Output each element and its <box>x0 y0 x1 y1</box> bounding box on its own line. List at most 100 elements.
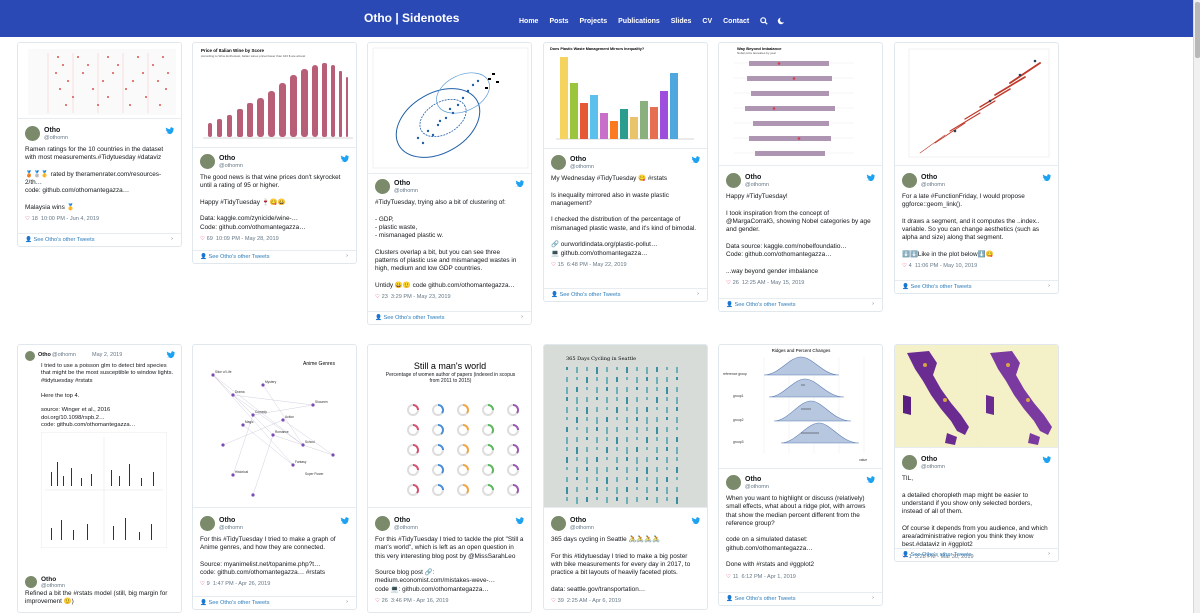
tweet-image[interactable] <box>368 43 531 174</box>
avatar[interactable] <box>375 179 390 194</box>
avatar[interactable] <box>375 516 390 531</box>
tweet-timestamp[interactable]: 6:48 PM - May 22, 2019 <box>567 262 627 268</box>
tweet-card-mans-world[interactable]: Still a man's world Percentage of women … <box>367 344 532 613</box>
author-handle[interactable]: @othomn <box>394 188 418 194</box>
tweet-card-wine[interactable]: Price of Italian Wine by Score According… <box>192 42 357 264</box>
heart-icon[interactable]: ♡ <box>726 280 731 286</box>
twitter-bird-icon[interactable] <box>515 517 524 524</box>
heart-icon[interactable]: ♡ <box>375 598 380 604</box>
nav-cv[interactable]: CV <box>702 18 712 25</box>
tweet-image[interactable]: Way Beyond Imbalance Nobel prize laureat… <box>719 43 882 166</box>
tweet-timestamp[interactable]: 10:00 PM - Jun 4, 2019 <box>41 216 99 222</box>
author-name[interactable]: Otho <box>44 127 60 134</box>
author-name[interactable]: Otho <box>41 576 56 583</box>
twitter-bird-icon[interactable] <box>340 155 349 162</box>
author-handle[interactable]: @othomn <box>394 525 418 531</box>
avatar[interactable] <box>551 516 566 531</box>
author-name[interactable]: Otho <box>219 517 235 524</box>
tweet-image[interactable]: Anime Genres Slice of Life Drama Comedy … <box>193 345 356 508</box>
author-handle[interactable]: @othomn <box>921 464 945 470</box>
tweet-timestamp[interactable]: 1:47 PM - Apr 26, 2019 <box>213 581 271 587</box>
author-name[interactable]: Otho <box>394 517 410 524</box>
tweet-card-bird-glm[interactable]: Otho @othomn May 2, 2019 I tried to use … <box>17 344 182 613</box>
author-handle[interactable]: @othomn <box>745 484 769 490</box>
author-name[interactable]: Otho <box>745 174 761 181</box>
author-name[interactable]: Otho <box>219 155 235 162</box>
tweet-card-seattle[interactable]: 365 Days Cycling in Seattle Otho @othomn… <box>543 344 708 610</box>
avatar[interactable] <box>726 475 741 490</box>
avatar[interactable] <box>551 155 566 170</box>
twitter-bird-icon[interactable] <box>1042 174 1051 181</box>
tweet-card-ramen[interactable]: Otho @othomn Ramen ratings for the 10 co… <box>17 42 182 247</box>
twitter-bird-icon[interactable] <box>866 174 875 181</box>
tweet-image[interactable]: Still a man's world Percentage of women … <box>368 345 531 508</box>
avatar[interactable] <box>902 455 917 470</box>
author-handle[interactable]: @othomn <box>44 135 68 141</box>
avatar[interactable] <box>25 126 40 141</box>
tweet-card-ridges[interactable]: Ridges and Percent Changes reference gro… <box>718 344 883 606</box>
nav-home[interactable]: Home <box>519 18 538 25</box>
see-more-tweets-link[interactable]: 👤 See Otho's other Tweets › <box>719 298 882 311</box>
author-name[interactable]: Otho <box>570 156 586 163</box>
site-brand[interactable]: Otho | Sidenotes <box>364 11 459 25</box>
tweet-card-anime[interactable]: Anime Genres Slice of Life Drama Comedy … <box>192 344 357 610</box>
vertical-scrollbar[interactable] <box>1193 0 1200 613</box>
see-more-tweets-link[interactable]: 👤 See Otho's other Tweets › <box>18 233 181 246</box>
see-more-tweets-link[interactable]: 👤 See Otho's other Tweets › <box>193 596 356 609</box>
tweet-timestamp[interactable]: 11:06 PM - May 10, 2019 <box>915 263 977 269</box>
scrollbar-thumb[interactable] <box>1195 2 1200 58</box>
author-handle[interactable]: @othomn <box>219 163 243 169</box>
heart-icon[interactable]: ♡ <box>726 574 731 580</box>
twitter-bird-icon[interactable] <box>691 517 700 524</box>
avatar[interactable] <box>25 576 37 588</box>
nav-contact[interactable]: Contact <box>723 18 749 25</box>
tweet-timestamp[interactable]: 2:25 AM - Apr 6, 2019 <box>567 598 621 604</box>
see-more-tweets-link[interactable]: 👤 See Otho's other Tweets › <box>719 592 882 605</box>
see-more-tweets-link[interactable]: 👤 See Otho's other Tweets › <box>193 250 356 263</box>
heart-icon[interactable]: ♡ <box>551 262 556 268</box>
twitter-bird-icon[interactable] <box>1042 456 1051 463</box>
heart-icon[interactable]: ♡ <box>25 216 30 222</box>
author-handle[interactable]: @othomn <box>52 352 76 358</box>
tweet-timestamp[interactable]: 12:25 AM - May 15, 2019 <box>742 280 805 286</box>
tweet-image[interactable] <box>895 43 1058 166</box>
tweet-image[interactable]: 365 Days Cycling in Seattle <box>544 345 707 508</box>
author-name[interactable]: Otho <box>745 476 761 483</box>
see-more-tweets-link[interactable]: 👤 See Otho's other Tweets › <box>895 548 1058 561</box>
author-name[interactable]: Otho <box>921 456 937 463</box>
twitter-bird-icon[interactable] <box>691 156 700 163</box>
see-more-tweets-link[interactable]: 👤 See Otho's other Tweets › <box>368 311 531 324</box>
tweet-image[interactable]: Does Plastic Waste Management Mirrors In… <box>544 43 707 149</box>
tweet-timestamp[interactable]: 10:09 PM - May 28, 2019 <box>216 236 279 242</box>
avatar[interactable] <box>25 351 35 361</box>
twitter-bird-icon[interactable] <box>340 517 349 524</box>
author-name[interactable]: Otho <box>38 352 51 358</box>
tweet-card-clustering[interactable]: Otho @othomn #TidyTuesday, trying also a… <box>367 42 532 325</box>
tweet-image[interactable] <box>18 43 181 119</box>
author-handle[interactable]: @othomn <box>921 182 945 188</box>
twitter-bird-icon[interactable] <box>866 476 875 483</box>
author-handle[interactable]: @othomn <box>745 182 769 188</box>
tweet-image[interactable]: Ridges and Percent Changes reference gro… <box>719 345 882 469</box>
tweet-card-nobel[interactable]: Way Beyond Imbalance Nobel prize laureat… <box>718 42 883 312</box>
nav-projects[interactable]: Projects <box>580 18 608 25</box>
see-more-tweets-link[interactable]: 👤 See Otho's other Tweets › <box>895 280 1058 293</box>
moon-icon[interactable] <box>777 17 786 25</box>
avatar[interactable] <box>902 173 917 188</box>
avatar[interactable] <box>200 516 215 531</box>
nav-posts[interactable]: Posts <box>549 18 568 25</box>
tweet-image[interactable]: Price of Italian Wine by Score According… <box>193 43 356 148</box>
author-handle[interactable]: @othomn <box>219 525 243 531</box>
tweet-timestamp[interactable]: 3:46 PM - Apr 16, 2019 <box>391 598 449 604</box>
author-handle[interactable]: @othomn <box>41 583 65 589</box>
twitter-bird-icon[interactable] <box>515 180 524 187</box>
twitter-bird-icon[interactable] <box>166 351 175 358</box>
heart-icon[interactable]: ♡ <box>551 598 556 604</box>
tweet-timestamp[interactable]: 6:12 PM - Apr 1, 2019 <box>742 574 796 580</box>
author-name[interactable]: Otho <box>570 517 586 524</box>
avatar[interactable] <box>726 173 741 188</box>
tweet-image[interactable] <box>895 345 1058 448</box>
author-name[interactable]: Otho <box>921 174 937 181</box>
tweet-card-choropleth[interactable]: Otho @othomn TIL, a detailed choropleth … <box>894 344 1059 562</box>
heart-icon[interactable]: ♡ <box>200 236 205 242</box>
